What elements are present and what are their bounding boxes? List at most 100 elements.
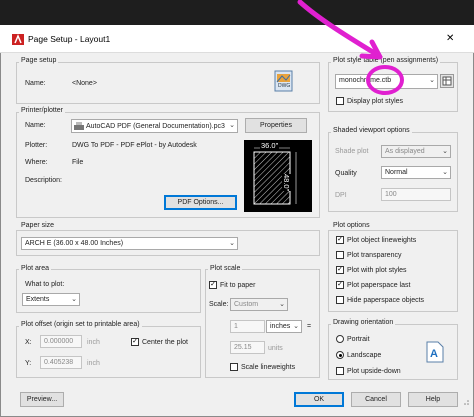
edit-table-icon [442,76,452,86]
printer-name-label: Name: [25,122,46,129]
upside-down-checkbox[interactable] [336,367,344,375]
help-button[interactable]: Help [408,392,458,407]
quality-value: Normal [385,169,408,176]
chevron-down-icon: ⌄ [429,77,435,84]
ok-button[interactable]: OK [294,392,344,407]
printer-icon [74,122,84,130]
dpi-label: DPI [335,192,347,199]
chevron-down-icon: ⌄ [71,296,77,303]
chevron-down-icon: ⌄ [442,148,448,155]
scale-unit-value: inches [270,323,291,330]
center-plot-checkbox[interactable]: ✓ [131,338,139,346]
offset-x-unit: inch [87,339,100,346]
plot-style-group-label: Plot style table (pen assignments) [331,57,441,64]
plot-offset-group [16,326,201,378]
shade-plot-select[interactable]: As displayed ⌄ [381,145,451,158]
center-plot-label: Center the plot [142,339,188,346]
plot-option-checkbox-3[interactable]: ✓ [336,281,344,289]
chevron-down-icon: ⌄ [229,122,235,129]
what-to-plot-label: What to plot: [25,281,65,288]
fit-to-paper-checkbox[interactable]: ✓ [209,281,217,289]
printer-group-label: Printer/plotter [19,107,66,114]
what-to-plot-select[interactable]: Extents ⌄ [22,293,80,306]
plot-option-label-2: Plot with plot styles [347,267,407,274]
dwg-file-icon: DWG [274,70,293,92]
equals-sign: = [307,323,312,330]
scale-inches-input[interactable]: 1 [230,320,265,333]
display-plot-styles-label: Display plot styles [347,98,404,105]
svg-text:A: A [430,348,438,360]
scale-units-label: units [268,345,283,352]
offset-y-input[interactable]: 0.405238 [40,356,82,369]
offset-x-input[interactable]: 0.000000 [40,335,82,348]
paper-width-label: 36.0" [260,141,280,150]
portrait-label: Portrait [347,336,370,343]
paper-size-value: ARCH E (36.00 x 48.00 Inches) [25,240,124,247]
offset-x-label: X: [25,339,32,346]
paper-size-group-label: Paper size [19,222,57,229]
scale-value: Custom [234,301,259,308]
display-plot-styles-checkbox[interactable] [336,97,344,105]
upside-down-label: Plot upside-down [347,368,401,375]
scale-select[interactable]: Custom ⌄ [230,298,288,311]
window-title: Page Setup - Layout1 [28,34,111,44]
where-value: File [72,159,84,166]
paper-height-label: 48.0" [282,174,291,192]
plot-option-label-0: Plot object lineweights [347,237,417,244]
pdf-options-button[interactable]: PDF Options... [164,195,237,210]
shaded-group-label: Shaded viewport options [331,127,412,134]
autocad-icon [12,34,24,45]
plot-style-select[interactable]: monochrome.ctb ⌄ [335,74,438,89]
plot-option-checkbox-0[interactable]: ✓ [336,236,344,244]
page-setup-name-label: Name: [25,80,46,87]
scale-unit-select[interactable]: inches ⌄ [266,320,302,333]
shade-plot-value: As displayed [385,148,425,155]
landscape-label: Landscape [347,352,382,359]
shade-plot-label: Shade plot [335,148,369,155]
scale-units-input[interactable]: 25.15 [230,341,265,354]
chevron-down-icon: ⌄ [279,301,285,308]
printer-name-value: AutoCAD PDF (General Documentation).pc3 [86,123,225,130]
plot-offset-group-label: Plot offset (origin set to printable are… [19,321,142,328]
plot-option-label-4: Hide paperspace objects [347,297,425,304]
cancel-button[interactable]: Cancel [351,392,401,407]
plotter-label: Plotter: [25,142,48,149]
scale-lineweights-checkbox[interactable] [230,363,238,371]
plot-option-label-1: Plot transparency [347,252,402,259]
paper-size-select[interactable]: ARCH E (36.00 x 48.00 Inches) ⌄ [21,237,238,250]
plot-style-value: monochrome.ctb [339,77,392,84]
plot-scale-group-label: Plot scale [208,265,243,272]
page-setup-name-value: <None> [72,80,97,87]
edit-plot-style-button[interactable] [440,74,454,88]
chevron-down-icon: ⌄ [442,169,448,176]
orientation-preview-icon: A [426,341,444,363]
orientation-group-label: Drawing orientation [331,319,396,326]
plot-option-checkbox-4[interactable] [336,296,344,304]
landscape-radio[interactable] [336,351,344,359]
scale-label: Scale: [209,301,229,308]
resize-grip-icon[interactable] [462,398,470,406]
offset-y-unit: inch [87,360,100,367]
paper-preview-drawing [253,147,297,205]
plot-area-group [16,269,201,313]
plot-options-group-label: Plot options [331,222,372,229]
plot-area-group-label: Plot area [19,265,52,272]
plot-option-label-3: Plot paperspace last [347,282,411,289]
description-label: Description: [25,177,62,184]
quality-select[interactable]: Normal ⌄ [381,166,451,179]
plotter-value: DWG To PDF - PDF ePlot - by Autodesk [72,142,197,149]
properties-button[interactable]: Properties [245,118,307,133]
plot-option-checkbox-2[interactable]: ✓ [336,266,344,274]
preview-button[interactable]: Preview... [20,392,64,407]
dpi-input[interactable]: 100 [381,188,451,201]
chevron-down-icon: ⌄ [229,240,235,247]
offset-y-label: Y: [25,360,32,367]
what-to-plot-value: Extents [26,296,50,303]
close-icon[interactable]: ✕ [446,33,454,44]
fit-to-paper-label: Fit to paper [220,282,256,289]
plot-option-checkbox-1[interactable] [336,251,344,259]
where-label: Where: [25,159,48,166]
portrait-radio[interactable] [336,335,344,343]
printer-name-select[interactable]: AutoCAD PDF (General Documentation).pc3 … [71,119,238,133]
paper-preview: 36.0" 48.0" [244,140,312,212]
